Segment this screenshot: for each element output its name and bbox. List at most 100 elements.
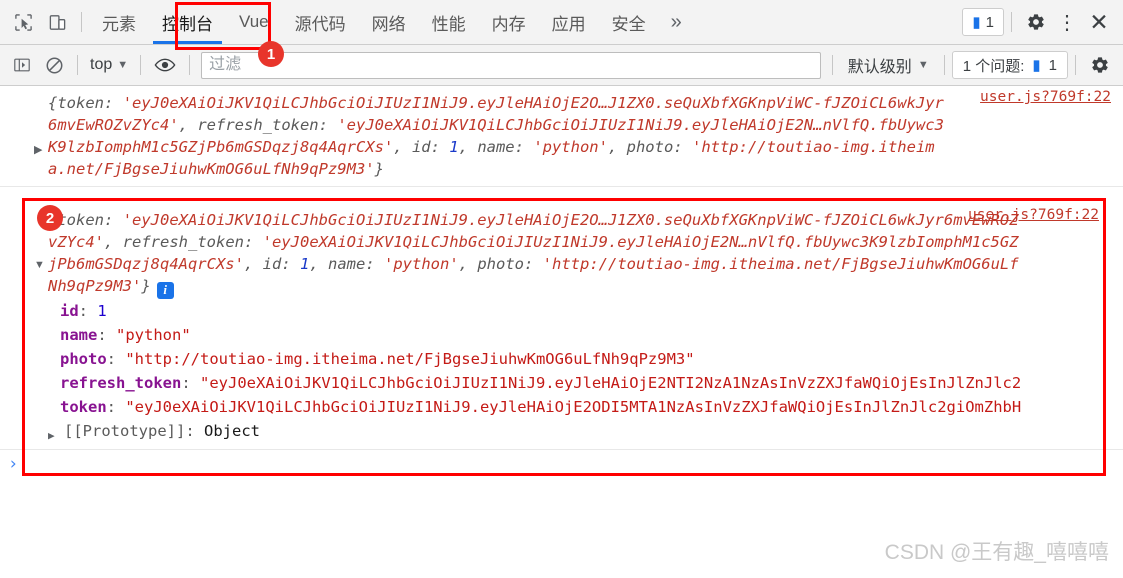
tab-vue[interactable]: Vue: [226, 0, 282, 44]
tab-performance[interactable]: 性能: [419, 0, 479, 44]
console-filterbar: top ▼ 默认级别 ▼ 1 个问题: ▮ 1: [0, 45, 1123, 86]
live-expression-eye-icon[interactable]: [148, 50, 182, 80]
tab-console[interactable]: 控制台: [149, 0, 226, 44]
chevron-double-right-icon: »: [670, 10, 682, 33]
property-key: refresh_token: [60, 373, 182, 392]
source-link[interactable]: user.js?769f:22: [980, 89, 1111, 105]
property-key: photo: [60, 349, 107, 368]
console-settings-gear-icon[interactable]: [1083, 48, 1117, 82]
tab-network[interactable]: 网络: [359, 0, 419, 44]
filterbar-divider: [189, 55, 191, 75]
prototype-value: Object: [204, 421, 260, 440]
filterbar-divider: [1075, 55, 1076, 75]
tab-label: 性能: [431, 14, 466, 34]
expand-arrow-icon[interactable]: ▶: [34, 144, 46, 156]
preview-open-brace: {: [48, 211, 58, 229]
expand-arrow-icon[interactable]: ▶: [48, 424, 55, 448]
property-value: "eyJ0eXAiOiJKV1QiLCJhbGciOiJIUzI1NiJ9.ey…: [200, 373, 1022, 392]
property-row[interactable]: token: "eyJ0eXAiOiJKV1QiLCJhbGciOiJIUzI1…: [60, 395, 1123, 419]
more-tabs-button[interactable]: »: [659, 0, 694, 44]
collapse-arrow-icon[interactable]: ▼: [34, 259, 46, 271]
close-icon[interactable]: ✕: [1081, 5, 1117, 39]
tab-label: 内存: [491, 14, 526, 34]
preview-key: id: [262, 255, 282, 273]
property-key: token: [60, 397, 107, 416]
property-value: "python": [116, 325, 191, 344]
devtools-tabbar: 元素 控制台 Vue 源代码 网络 性能 内存 应用 安全 » ▮ 1 ⋮ ✕: [0, 0, 1123, 45]
property-key: name: [60, 325, 98, 344]
tab-label: 安全: [611, 14, 646, 34]
prototype-label-wrap: [[Prototype]]: Object: [64, 421, 260, 440]
preview-value: 1: [449, 138, 459, 156]
info-icon[interactable]: i: [156, 281, 174, 299]
property-row[interactable]: id: 1: [60, 299, 1123, 323]
preview-key: photo: [477, 255, 524, 273]
console-log-area[interactable]: user.js?769f:22 ▶ {token: 'eyJ0eXAiOiJKV…: [0, 86, 1123, 578]
more-options-icon[interactable]: ⋮: [1053, 5, 1081, 39]
log-level-select[interactable]: 默认级别 ▼: [840, 51, 937, 79]
preview-key: name: [477, 138, 515, 156]
object-preview: {token: 'eyJ0eXAiOiJKV1QiLCJhbGciOiJIUzI…: [48, 94, 944, 178]
filter-input[interactable]: [201, 51, 821, 79]
chevron-down-icon: ▼: [117, 59, 129, 71]
tab-sources[interactable]: 源代码: [282, 0, 359, 44]
property-value: "eyJ0eXAiOiJKV1QiLCJhbGciOiJIUzI1NiJ9.ey…: [125, 397, 1022, 416]
preview-key: token: [57, 94, 105, 112]
preview-key: id: [411, 138, 431, 156]
object-properties: id: 1 name: "python" photo: "http://tout…: [0, 299, 1123, 419]
chevron-down-icon: ▼: [917, 59, 929, 71]
property-key: id: [60, 301, 79, 320]
property-row[interactable]: refresh_token: "eyJ0eXAiOiJKV1QiLCJhbGci…: [60, 371, 1123, 395]
preview-close-brace: }: [374, 160, 384, 178]
console-prompt[interactable]: ›: [0, 448, 1123, 478]
filterbar-divider: [140, 55, 142, 75]
property-row[interactable]: photo: "http://toutiao-img.itheima.net/F…: [60, 347, 1123, 371]
toolbar-divider: [81, 12, 82, 32]
tab-application[interactable]: 应用: [539, 0, 599, 44]
issues-summary-label: 1 个问题:: [962, 57, 1025, 75]
preview-key: token: [57, 211, 105, 229]
preview-value: 'python': [384, 255, 459, 273]
message-bubble-icon: ▮: [972, 13, 981, 31]
execution-context-select[interactable]: top ▼: [85, 51, 133, 79]
property-value: "http://toutiao-img.itheima.net/FjBgseJi…: [125, 349, 695, 368]
preview-key: refresh_token: [197, 116, 319, 134]
preview-open-brace: {: [48, 94, 58, 112]
preview-close-brace: }: [141, 277, 151, 295]
console-log-entry[interactable]: user.js?769f:22 ▶ {token: 'eyJ0eXAiOiJKV…: [0, 86, 1123, 187]
prompt-caret-icon: ›: [8, 453, 19, 474]
tab-label: 源代码: [294, 14, 346, 34]
filterbar-divider: [77, 55, 78, 75]
filterbar-divider: [943, 55, 945, 75]
tab-memory[interactable]: 内存: [479, 0, 539, 44]
preview-key: photo: [626, 138, 674, 156]
property-row[interactable]: name: "python": [60, 323, 1123, 347]
tab-label: Vue: [239, 12, 269, 31]
preview-key: refresh_token: [122, 233, 244, 251]
execution-context-value: top: [90, 56, 113, 73]
toolbar-divider: [1011, 12, 1012, 32]
prototype-row[interactable]: ▶ [[Prototype]]: Object: [0, 419, 1123, 443]
device-toolbar-icon[interactable]: [40, 5, 74, 39]
issues-summary-button[interactable]: 1 个问题: ▮ 1: [951, 51, 1068, 79]
cursor-select-icon[interactable]: [6, 5, 40, 39]
preview-key: name: [328, 255, 366, 273]
tab-security[interactable]: 安全: [599, 0, 659, 44]
gear-icon[interactable]: [1019, 5, 1053, 39]
log-level-value: 默认级别: [847, 59, 912, 76]
source-link[interactable]: user.js?769f:22: [968, 207, 1099, 223]
tab-label: 控制台: [162, 14, 213, 34]
console-log-entry[interactable]: user.js?769f:22 ▼ {token: 'eyJ0eXAiOiJKV…: [0, 187, 1123, 449]
clear-console-icon[interactable]: [38, 50, 70, 80]
issues-count: 1: [985, 13, 994, 31]
console-sidebar-icon[interactable]: [6, 50, 38, 80]
issues-summary-count: 1: [1048, 56, 1057, 74]
devtools-panel: 元素 控制台 Vue 源代码 网络 性能 内存 应用 安全 » ▮ 1 ⋮ ✕: [0, 0, 1123, 578]
issues-counter-button[interactable]: ▮ 1: [962, 8, 1004, 36]
object-preview: {token: 'eyJ0eXAiOiJKV1QiLCJhbGciOiJIUzI…: [48, 211, 1019, 299]
tab-label: 网络: [371, 14, 406, 34]
tab-elements[interactable]: 元素: [89, 0, 149, 44]
message-bubble-icon: ▮: [1032, 56, 1041, 74]
tab-label: 应用: [551, 14, 586, 34]
preview-value: 1: [299, 255, 310, 273]
